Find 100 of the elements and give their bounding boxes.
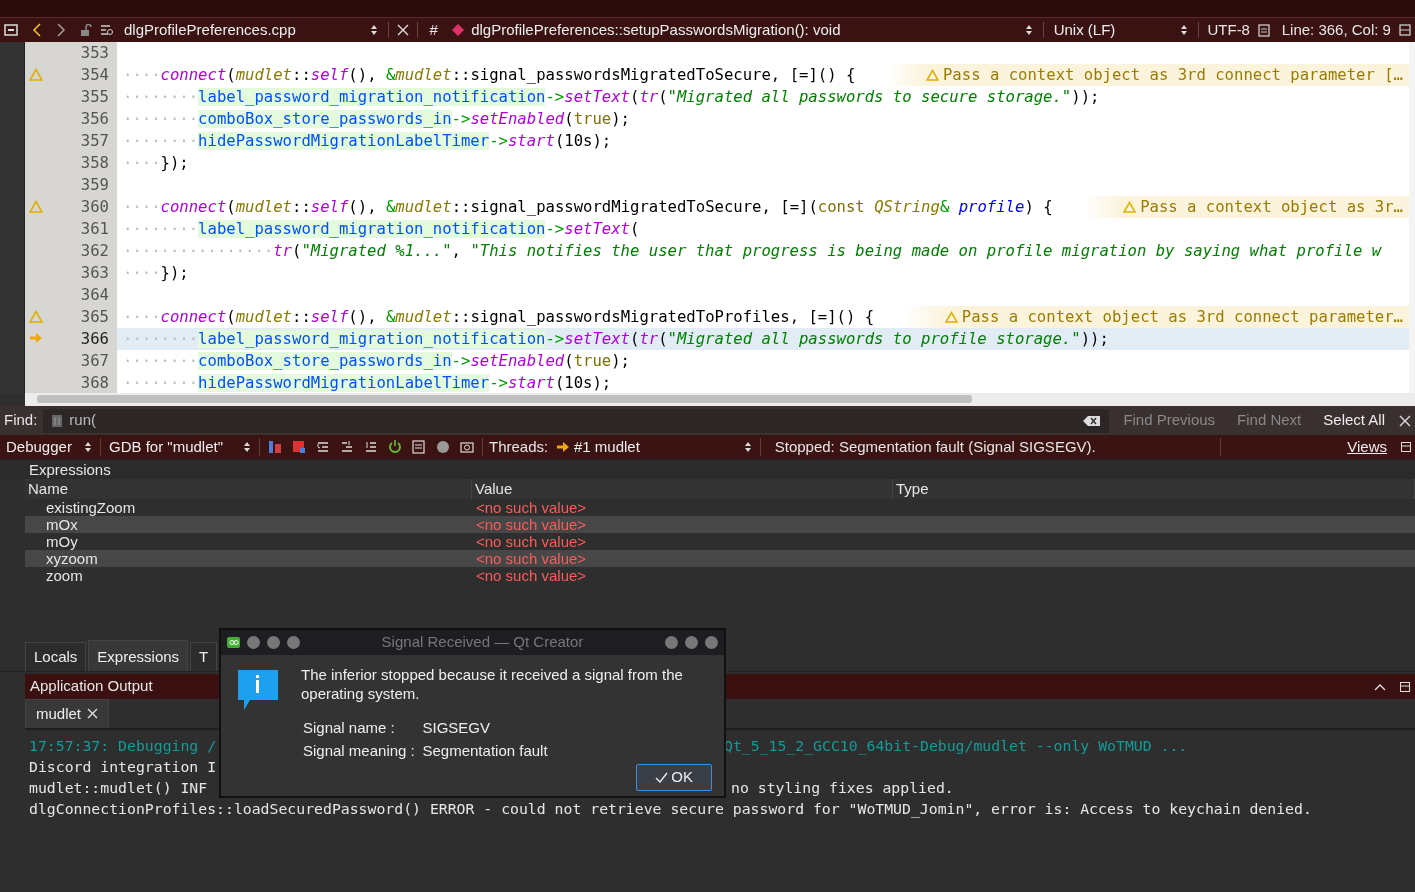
field-label: Signal meaning : xyxy=(303,740,415,761)
find-button[interactable]: Select All xyxy=(1315,409,1393,432)
code-text[interactable]: ····connect(mudlet::self(), &mudlet::signal_passwordMigratedToSecure, [=](const QString& profile) { xyxy=(123,196,1053,218)
collapse-icon[interactable] xyxy=(1374,682,1386,691)
table-row[interactable]: xyzoom <no such value> xyxy=(25,550,1415,567)
panel-toggle-icon[interactable] xyxy=(1400,681,1410,692)
diamond-icon xyxy=(451,24,464,36)
panel-title: Expressions xyxy=(29,460,111,479)
table-row[interactable]: existingZoom <no such value> xyxy=(25,499,1415,516)
find-button[interactable]: Find Previous xyxy=(1115,409,1224,432)
field-value: SIGSEGV xyxy=(422,718,492,738)
column-header[interactable]: Value xyxy=(472,479,893,499)
code-text[interactable]: ····connect(mudlet::self(), &mudlet::signal_passwordsMigratedToSecure, [=]() { xyxy=(123,64,856,86)
field-value: Segmentation fault xyxy=(422,740,548,761)
line-number: 354 xyxy=(80,65,109,86)
mode-selector[interactable]: Debugger xyxy=(4,435,94,459)
find-field[interactable]: run( xyxy=(43,408,1110,433)
updown-icon xyxy=(1180,24,1189,36)
minimize-button[interactable] xyxy=(665,636,678,649)
line-number: 367 xyxy=(80,351,109,372)
split-icon[interactable] xyxy=(1399,24,1411,36)
class-icon[interactable] xyxy=(100,24,114,36)
dialog-message: The inferior stopped because it received a signal from the operating system. xyxy=(301,665,684,703)
code-text[interactable]: ········label_password_migration_notification->setText(tr("Migrated all passwords to secure storage.")); xyxy=(123,86,1100,108)
code-text[interactable]: ····}); xyxy=(123,262,189,284)
column-header[interactable]: Type xyxy=(893,479,1415,499)
output-line: Discord integration I xyxy=(29,758,217,775)
code-text[interactable]: ················tr("Migrated %1...", "This notifies the user that progress is being made on profile migration by saying what profile w xyxy=(123,240,1382,262)
line-number: 366 xyxy=(80,329,109,350)
minimize-button[interactable] xyxy=(247,636,260,649)
clear-icon[interactable] xyxy=(1083,414,1102,427)
panel-tab[interactable]: T xyxy=(190,641,218,671)
warning-icon xyxy=(1123,201,1137,213)
code-text[interactable]: ········comboBox_store_passwords_in->setEnabled(true); xyxy=(123,108,630,130)
find-label: Find: xyxy=(4,410,38,431)
line-number: 365 xyxy=(80,307,109,328)
regex-icon[interactable] xyxy=(51,413,64,428)
output-tab[interactable]: mudlet xyxy=(25,698,110,728)
panel-toggle-icon[interactable] xyxy=(4,24,18,36)
stop-icon[interactable] xyxy=(292,440,306,454)
table-cell-text: mOy xyxy=(45,533,79,550)
horizontal-scrollbar[interactable] xyxy=(25,393,1415,406)
forward-icon[interactable] xyxy=(56,23,66,37)
panel-tab[interactable]: Locals xyxy=(25,641,87,671)
line-number: 355 xyxy=(80,87,109,108)
table-row[interactable]: zoom <no such value> xyxy=(25,567,1415,584)
panel-tab[interactable]: Expressions xyxy=(88,639,189,671)
field-label: Signal name : xyxy=(303,718,396,738)
cursor-position[interactable]: Line: 366, Col: 9 xyxy=(1281,18,1391,42)
table-cell-text: <no such value> xyxy=(475,567,588,584)
table-cell-text: zoom xyxy=(45,567,84,584)
close-button[interactable] xyxy=(705,636,718,649)
output-line: dlgConnectionProfiles::loadSecuredPassword() ERROR - could not retrieve secure password for "WoTMUD_Jomin", error is: Access to keychain denied. xyxy=(29,799,1312,819)
find-button[interactable]: Find Next xyxy=(1229,409,1310,432)
updown-icon xyxy=(1024,24,1033,36)
line-number: 363 xyxy=(80,263,109,284)
output-line: Qt_5_15_2_GCC10_64bit-Debug/mudlet --only WoTMUD ... xyxy=(724,736,1188,756)
code-text[interactable]: ········comboBox_store_passwords_in->setEnabled(true); xyxy=(123,350,630,372)
output-line: mudlet::mudlet() INF xyxy=(29,779,208,796)
code-text[interactable]: ····connect(mudlet::self(), &mudlet::signal_passwordsMigratedToProfiles, [=]() { xyxy=(123,306,875,328)
ok-button[interactable]: OK xyxy=(635,764,712,791)
table-row[interactable]: mOy <no such value> xyxy=(25,533,1415,550)
step-into-icon[interactable] xyxy=(340,440,354,454)
line-ending-selector[interactable]: Unix (LF) xyxy=(1051,18,1191,42)
file-selector[interactable]: dlgProfilePreferences.cpp xyxy=(122,18,380,42)
line-number: 361 xyxy=(80,219,109,240)
current-line-arrow-icon xyxy=(29,332,43,344)
line-number: 358 xyxy=(80,153,109,174)
list-icon[interactable] xyxy=(412,440,426,454)
output-line: no styling fixes applied. xyxy=(730,778,954,798)
engine-selector[interactable]: GDB for "mudlet" xyxy=(107,435,253,459)
maximize-button[interactable] xyxy=(267,636,280,649)
step-out-icon[interactable] xyxy=(364,440,378,454)
step-over-icon[interactable] xyxy=(316,440,330,454)
views-button[interactable]: Views xyxy=(1345,435,1389,459)
info-icon xyxy=(237,669,279,711)
record-icon[interactable] xyxy=(436,440,450,454)
warning-icon xyxy=(926,69,940,81)
close-icon[interactable] xyxy=(1399,414,1411,427)
lock-icon[interactable] xyxy=(80,23,92,37)
app-icon xyxy=(227,637,240,648)
interrupt-icon[interactable] xyxy=(268,440,282,454)
table-row[interactable]: mOx <no such value> xyxy=(25,516,1415,533)
panel-toggle-icon[interactable] xyxy=(1401,442,1411,452)
encoding-label[interactable]: UTF-8 xyxy=(1207,18,1250,42)
symbol-selector[interactable]: dlgProfilePreferences::setupPasswordsMigration(): void xyxy=(449,18,1035,42)
updown-icon xyxy=(243,441,251,453)
thread-selector[interactable]: #1 mudlet xyxy=(554,435,755,459)
code-text[interactable]: ········hidePasswordMigrationLabelTimer->start(10s); xyxy=(123,130,612,152)
hash-label: # xyxy=(428,19,439,40)
camera-icon[interactable] xyxy=(460,440,474,454)
column-header[interactable]: Name xyxy=(25,479,472,499)
close-button[interactable] xyxy=(287,636,300,649)
line-number: 362 xyxy=(80,241,109,262)
code-text[interactable]: ····}); xyxy=(123,152,189,174)
close-icon[interactable] xyxy=(87,708,99,720)
close-icon[interactable] xyxy=(396,24,409,36)
window-title: Signal Received — Qt Creator xyxy=(380,632,585,653)
back-icon[interactable] xyxy=(32,23,42,37)
maximize-button[interactable] xyxy=(685,636,698,649)
